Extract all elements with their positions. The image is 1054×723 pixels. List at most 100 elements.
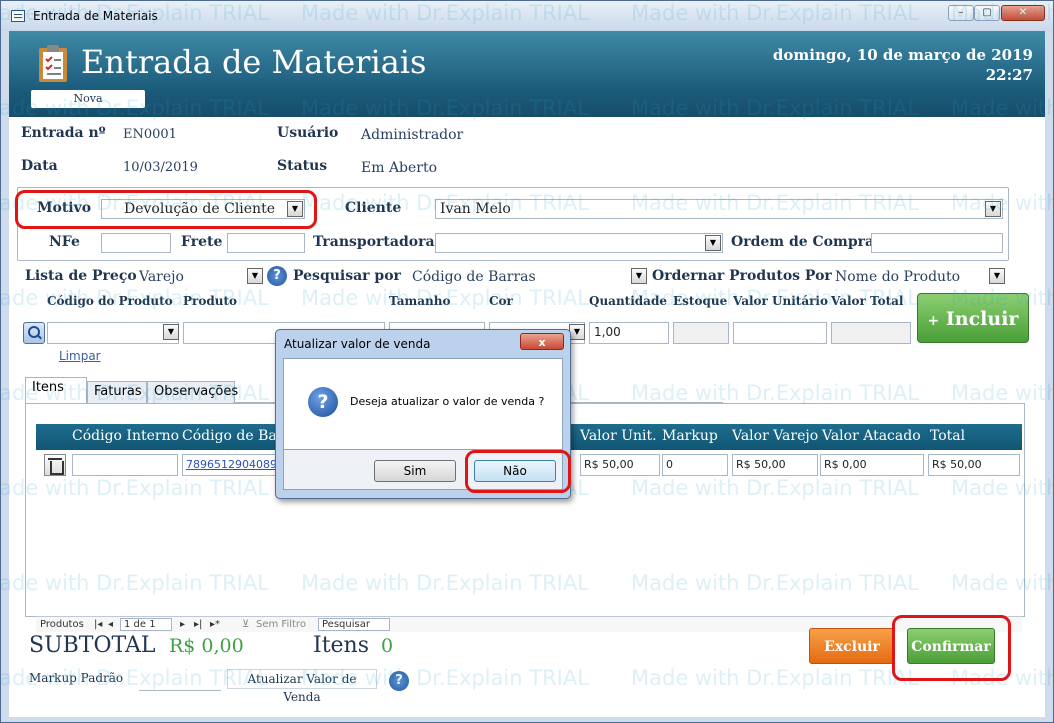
form-header: Entrada de Materiais domingo, 10 de març… [9,31,1045,117]
excluir-button[interactable]: Excluir [809,628,895,664]
current-date: domingo, 10 de março de 2019 [772,46,1033,64]
confirmar-button[interactable]: Confirmar [907,628,995,664]
valor-unitario-input[interactable] [733,322,827,344]
pesquisar-select[interactable]: Código de Barras [412,269,536,285]
markup-padrao-input[interactable] [139,690,221,691]
tab-itens[interactable]: Itens [25,377,87,403]
frete-input[interactable] [227,233,305,253]
cell-total[interactable]: R$ 50,00 [928,454,1020,476]
tab-observacoes[interactable]: Observações [147,381,238,403]
maximize-button[interactable]: ▢ [974,5,1000,21]
cell-markup[interactable]: 0 [662,454,728,476]
cliente-dropdown-arrow[interactable]: ▼ [985,201,1001,217]
dialog-footer: Sim Não [283,450,563,490]
atualizar-valor-button[interactable]: Atualizar Valor de Venda [227,669,377,704]
cliente-label: Cliente [345,200,402,216]
cor-dropdown-arrow[interactable]: ▼ [569,324,585,340]
col-valor-unitario: Valor Unitário [733,294,828,308]
col-produto: Produto [183,294,238,308]
transportadora-select[interactable] [435,233,723,253]
frete-label: Frete [181,234,223,250]
close-button[interactable]: ✕ [1001,5,1045,21]
lista-preco-label: Lista de Preço [25,268,137,284]
page-title: Entrada de Materiais [81,43,427,81]
dialog-close-button[interactable]: x [520,333,564,350]
data-value: 10/03/2019 [123,160,198,175]
lista-preco-select[interactable]: Varejo [139,269,184,285]
grid-col-codigo-interno: Código Interno [72,428,180,444]
navigator-label: Produtos [40,619,84,630]
first-record-icon[interactable]: |◂ [94,619,102,630]
ordenar-label: Ordernar Produtos Por [652,268,832,284]
ordenar-dropdown-arrow[interactable]: ▼ [989,268,1005,284]
incluir-button[interactable]: + Incluir [917,293,1029,343]
nfe-input[interactable] [101,233,171,253]
cell-valor-varejo[interactable]: R$ 50,00 [732,454,818,476]
dialog-yes-button[interactable]: Sim [374,460,456,482]
data-label: Data [21,158,58,174]
codigo-produto-dropdown-arrow[interactable]: ▼ [163,324,179,340]
dialog-body: ? Deseja atualizar o valor de venda ? [283,358,563,450]
grid-col-valor-atacado: Valor Atacado [822,428,921,444]
prev-record-icon[interactable]: ◂ [108,619,113,630]
cliente-select[interactable]: Ivan Melo [435,199,1003,219]
clipboard-icon [39,45,67,82]
entrada-value: EN0001 [123,127,177,142]
ordem-compra-label: Ordem de Compra [731,234,875,250]
cell-valor-atacado[interactable]: R$ 0,00 [820,454,924,476]
transportadora-dropdown-arrow[interactable]: ▼ [705,235,721,251]
col-estoque: Estoque [673,294,728,308]
dialog-no-button[interactable]: Não [474,460,556,482]
status-value: Em Aberto [361,160,438,176]
minimize-button[interactable]: – [948,5,974,21]
col-cor: Cor [489,294,513,308]
motivo-select[interactable]: Devolução de Cliente [101,199,305,219]
pesquisar-label: Pesquisar por [293,268,401,284]
title-bar: Entrada de Materiais – ▢ ✕ [1,1,1053,31]
new-entry-button[interactable]: Nova [31,90,145,108]
new-record-icon[interactable]: ▸* [210,619,220,630]
ordenar-select[interactable]: Nome do Produto [835,269,960,285]
lista-preco-dropdown-arrow[interactable]: ▼ [247,268,263,284]
col-codigo-produto: Código do Produto [47,294,173,308]
col-valor-total: Valor Total [831,294,904,308]
search-icon[interactable] [23,322,45,344]
cell-codigo-interno[interactable] [72,454,178,476]
estoque-field [673,322,729,344]
trash-icon[interactable] [44,454,66,476]
grid-col-valor-varejo: Valor Varejo [732,428,819,444]
help-icon[interactable]: ? [267,266,287,286]
filter-label[interactable]: Sem Filtro [256,619,306,630]
grid-col-valor-unit: Valor Unit. [580,428,657,444]
pesquisar-dropdown-arrow[interactable]: ▼ [631,268,647,284]
motivo-dropdown-arrow[interactable]: ▼ [287,201,303,217]
help-icon[interactable]: ? [389,671,409,691]
filter-icon[interactable]: ⊻ [242,619,249,630]
cell-valor-unit[interactable]: R$ 50,00 [580,454,660,476]
page-indicator[interactable]: 1 de 1 [120,618,172,631]
limpar-link[interactable]: Limpar [59,349,101,363]
atualizar-valor-dialog: Atualizar valor de venda x ? Deseja atua… [275,329,571,499]
ordem-compra-input[interactable] [871,233,1003,253]
usuario-label: Usuário [277,125,339,141]
dialog-message: Deseja atualizar o valor de venda ? [350,395,545,408]
quantidade-input[interactable]: 1,00 [589,322,669,344]
itens-label: Itens [313,633,370,658]
next-record-icon[interactable]: ▸ [180,619,185,630]
subtotal-label: SUBTOTAL [29,633,156,658]
codigo-produto-input[interactable] [47,322,179,344]
itens-value: 0 [381,635,394,657]
window-title: Entrada de Materiais [33,9,158,23]
form-icon [11,10,25,22]
status-label: Status [277,158,328,174]
cell-codigo-barras[interactable]: 7896512904089 [182,454,278,476]
tab-faturas[interactable]: Faturas [87,381,147,403]
transportadora-label: Transportadora [313,234,435,250]
plus-icon: + [927,313,940,329]
col-quantidade: Quantidade [589,294,667,308]
dialog-title: Atualizar valor de venda [284,337,431,351]
navigator-search[interactable]: Pesquisar [318,618,390,631]
valor-total-field [831,322,911,344]
last-record-icon[interactable]: ▸| [194,619,202,630]
current-time: 22:27 [985,66,1033,84]
